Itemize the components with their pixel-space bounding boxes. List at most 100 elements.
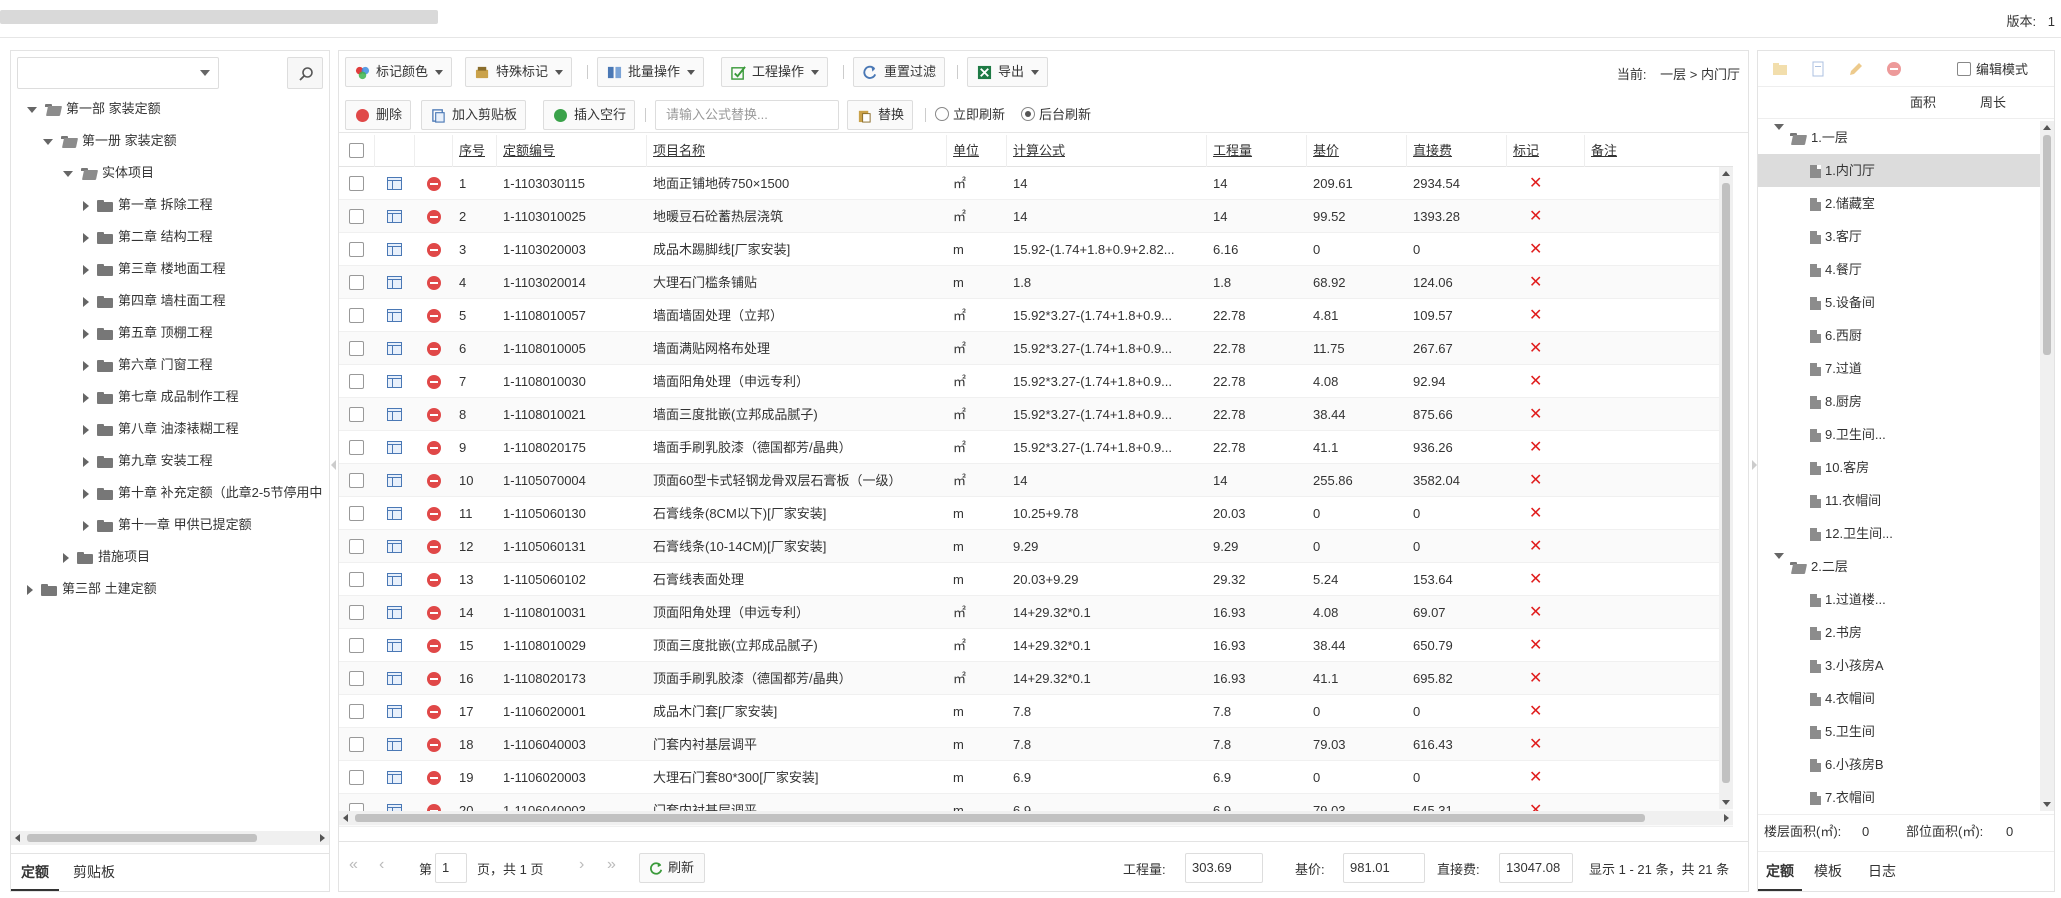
col-header-code[interactable]: 定额编号: [497, 135, 647, 167]
detail-icon[interactable]: [387, 375, 402, 388]
caret-right-icon[interactable]: [83, 488, 89, 499]
tree-node[interactable]: 第三部 土建定额: [27, 577, 157, 601]
col-header-price[interactable]: 基价: [1307, 135, 1407, 167]
row-checkbox[interactable]: [349, 572, 364, 587]
scroll-thumb[interactable]: [27, 834, 257, 842]
delete-icon[interactable]: [1886, 61, 1902, 77]
chevron-down-icon[interactable]: [200, 70, 210, 76]
delete-row-icon[interactable]: [427, 177, 441, 191]
add-clipboard-button[interactable]: 加入剪贴板: [421, 100, 527, 130]
mark-x-icon[interactable]: ✕: [1529, 497, 1549, 530]
tree-node[interactable]: 第三章 楼地面工程: [83, 257, 226, 281]
caret-down-icon[interactable]: [1774, 553, 1784, 574]
page-number-input[interactable]: 1: [435, 853, 467, 883]
tree-node[interactable]: 第八章 油漆裱糊工程: [83, 417, 239, 441]
mark-x-icon[interactable]: ✕: [1529, 761, 1549, 794]
row-checkbox[interactable]: [349, 770, 364, 785]
delete-row-icon[interactable]: [427, 375, 441, 389]
detail-icon[interactable]: [387, 474, 402, 487]
search-button[interactable]: [287, 57, 323, 89]
row-checkbox[interactable]: [349, 440, 364, 455]
room-node[interactable]: 3.小孩房A: [1758, 649, 2042, 682]
reset-filter-button[interactable]: 重置过滤: [853, 57, 946, 87]
formula-replace-input[interactable]: 请输入公式替换...: [655, 100, 839, 130]
table-row[interactable]: 1 1-1103030115 地面正铺地砖750×1500 ㎡ 14 14 209.61 29…: [339, 167, 1733, 200]
room-node[interactable]: 7.衣帽间: [1758, 781, 2042, 811]
tree-node[interactable]: 第五章 顶棚工程: [83, 321, 213, 345]
table-row[interactable]: 9 1-1108020175 墙面手刷乳胶漆（德国都芳/晶典） ㎡ 15.92*3.27…: [339, 431, 1733, 464]
refresh-button[interactable]: 刷新: [639, 853, 706, 883]
room-node[interactable]: 11.衣帽间: [1758, 484, 2042, 517]
tab-clipboard[interactable]: 剪贴板: [63, 854, 125, 891]
caret-right-icon[interactable]: [83, 392, 89, 403]
delete-row-icon[interactable]: [427, 243, 441, 257]
room-node[interactable]: 6.西厨: [1758, 319, 2042, 352]
collapse-left-handle[interactable]: [331, 460, 337, 470]
next-page-icon[interactable]: ›: [579, 856, 584, 874]
row-checkbox[interactable]: [349, 275, 364, 290]
col-header-unit[interactable]: 单位: [947, 135, 1007, 167]
scroll-thumb[interactable]: [2043, 135, 2051, 355]
delete-row-icon[interactable]: [427, 441, 441, 455]
table-row[interactable]: 2 1-1103010025 地暖豆石砼蓄热层浇筑 ㎡ 14 14 99.52 1393.28…: [339, 200, 1733, 233]
mark-x-icon[interactable]: ✕: [1529, 728, 1549, 761]
scroll-thumb[interactable]: [355, 814, 1645, 822]
detail-icon[interactable]: [387, 441, 402, 454]
project-ops-button[interactable]: 工程操作: [721, 57, 829, 87]
caret-right-icon[interactable]: [27, 584, 33, 595]
delete-row-icon[interactable]: [427, 573, 441, 587]
col-header-note[interactable]: 备注: [1585, 135, 1715, 167]
row-checkbox[interactable]: [349, 605, 364, 620]
table-row[interactable]: 4 1-1103020014 大理石门槛条铺贴 m 1.8 1.8 68.92 124.06 ✕: [339, 266, 1733, 299]
detail-icon[interactable]: [387, 243, 402, 256]
special-mark-button[interactable]: 特殊标记: [465, 57, 573, 87]
row-checkbox[interactable]: [349, 473, 364, 488]
tree-node[interactable]: 第七章 成品制作工程: [83, 385, 239, 409]
row-checkbox[interactable]: [349, 242, 364, 257]
detail-icon[interactable]: [387, 177, 402, 190]
tree-node[interactable]: 第二章 结构工程: [83, 225, 213, 249]
radio-circle-checked[interactable]: [1021, 107, 1035, 121]
caret-down-icon[interactable]: [27, 106, 37, 113]
mark-x-icon[interactable]: ✕: [1529, 530, 1549, 563]
room-node[interactable]: 10.客房: [1758, 451, 2042, 484]
room-node[interactable]: 6.小孩房B: [1758, 748, 2042, 781]
mark-x-icon[interactable]: ✕: [1529, 299, 1549, 332]
tab-template[interactable]: 模板: [1806, 852, 1850, 891]
row-checkbox[interactable]: [349, 737, 364, 752]
refresh-now-radio[interactable]: 立即刷新: [935, 106, 1005, 123]
table-row[interactable]: 8 1-1108010021 墙面三度批嵌(立邦成品腻子) ㎡ 15.92*3.27-(…: [339, 398, 1733, 431]
detail-icon[interactable]: [387, 771, 402, 784]
tab-log[interactable]: 日志: [1860, 852, 1904, 891]
detail-icon[interactable]: [387, 210, 402, 223]
detail-icon[interactable]: [387, 705, 402, 718]
scroll-down-arrow[interactable]: [2043, 802, 2051, 807]
row-checkbox[interactable]: [349, 209, 364, 224]
row-checkbox[interactable]: [349, 506, 364, 521]
caret-right-icon[interactable]: [63, 552, 69, 563]
replace-button[interactable]: 替换: [847, 100, 914, 130]
caret-right-icon[interactable]: [83, 328, 89, 339]
table-row[interactable]: 3 1-1103020003 成品木踢脚线[厂家安装] m 15.92-(1.74+1.…: [339, 233, 1733, 266]
edit-mode-checkbox[interactable]: [1956, 62, 1971, 76]
tree-node[interactable]: 第一册 家装定额: [43, 129, 177, 153]
col-header-formula[interactable]: 计算公式: [1007, 135, 1207, 167]
delete-row-icon[interactable]: [427, 540, 441, 554]
table-row[interactable]: 17 1-1106020001 成品木门套[厂家安装] m 7.8 7.8 0 0 ✕: [339, 695, 1733, 728]
edit-mode-toggle[interactable]: 编辑模式: [1956, 59, 2028, 78]
scroll-thumb[interactable]: [1722, 183, 1730, 783]
row-checkbox[interactable]: [349, 539, 364, 554]
room-node[interactable]: 2.储藏室: [1758, 187, 2042, 220]
mark-x-icon[interactable]: ✕: [1529, 200, 1549, 233]
delete-row-icon[interactable]: [427, 738, 441, 752]
caret-down-icon[interactable]: [43, 138, 53, 145]
table-row[interactable]: 15 1-1108010029 顶面三度批嵌(立邦成品腻子) ㎡ 14+29.32*0.…: [339, 629, 1733, 662]
delete-row-icon[interactable]: [427, 342, 441, 356]
scroll-down-arrow[interactable]: [1722, 800, 1730, 805]
pencil-icon[interactable]: [1848, 61, 1864, 77]
detail-icon[interactable]: [387, 540, 402, 553]
table-row[interactable]: 13 1-1105060102 石膏线表面处理 m 20.03+9.29 29.32 5.2…: [339, 563, 1733, 596]
mark-x-icon[interactable]: ✕: [1529, 563, 1549, 596]
mark-x-icon[interactable]: ✕: [1529, 233, 1549, 266]
mark-x-icon[interactable]: ✕: [1529, 365, 1549, 398]
